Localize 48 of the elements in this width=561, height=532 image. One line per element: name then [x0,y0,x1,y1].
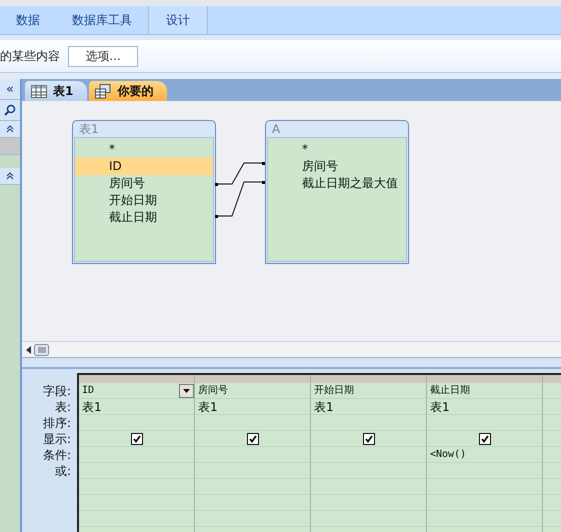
row-label: 排序: [42,415,71,431]
field-item[interactable]: ID [75,158,213,175]
chevron-up-icon[interactable] [6,125,14,133]
table-cell[interactable]: 表1 [79,399,194,415]
field-item[interactable]: 房间号 [268,158,406,175]
scroll-thumb[interactable] [34,344,49,356]
field-item[interactable]: * [268,141,406,158]
caret-icon [183,389,190,393]
table-field-list[interactable]: 表1 * ID 房间号 开始日期 截止日期 [72,120,216,264]
field-cell[interactable]: 截止日期 [427,383,542,399]
table-cell[interactable]: 表1 [311,399,426,415]
scroll-left-icon[interactable] [26,346,31,354]
field-item[interactable]: 截止日期之最大值 [268,175,406,192]
show-checkbox[interactable] [130,433,142,445]
show-checkbox[interactable] [246,433,258,445]
dropdown-button[interactable] [179,384,194,398]
table-field-list[interactable]: A * 房间号 截止日期之最大值 [265,120,409,264]
criteria-cell[interactable]: <Now() [430,447,466,463]
document-tab[interactable]: 你要的 [89,81,168,101]
field-cell[interactable]: 房间号 [195,383,310,399]
ribbon-tab[interactable]: 设计 [148,6,208,34]
table-cell[interactable]: 表1 [195,399,310,415]
table-title: A [271,121,282,137]
message-text: 的某些内容 [0,48,60,64]
field-cell[interactable]: 开始日期 [311,383,426,399]
table-title: 表1 [78,121,100,137]
ribbon-tab[interactable]: 数据 [0,6,56,34]
ribbon-tab[interactable]: 数据库工具 [56,6,148,34]
collapse-button[interactable]: « [0,79,20,100]
field-cell[interactable]: ID [79,383,194,399]
field-item[interactable]: 截止日期 [75,209,213,226]
field-item[interactable]: 房间号 [75,175,213,192]
show-checkbox[interactable] [478,433,490,445]
table-cell[interactable]: 表1 [427,399,542,415]
options-button[interactable]: 选项... [68,46,138,66]
table-icon [31,84,47,98]
row-label: 条件: [42,447,71,463]
row-label: 字段: [42,383,71,399]
show-checkbox[interactable] [362,433,374,445]
field-item[interactable]: * [75,141,213,158]
field-item[interactable]: 开始日期 [75,192,213,209]
row-label: 显示: [42,431,71,447]
query-icon [95,84,112,98]
row-label: 表: [54,399,71,415]
chevron-up-icon[interactable] [6,172,14,180]
document-tab[interactable]: 表1 [25,81,88,101]
row-label: 或: [54,463,71,479]
search-icon[interactable] [4,104,16,116]
